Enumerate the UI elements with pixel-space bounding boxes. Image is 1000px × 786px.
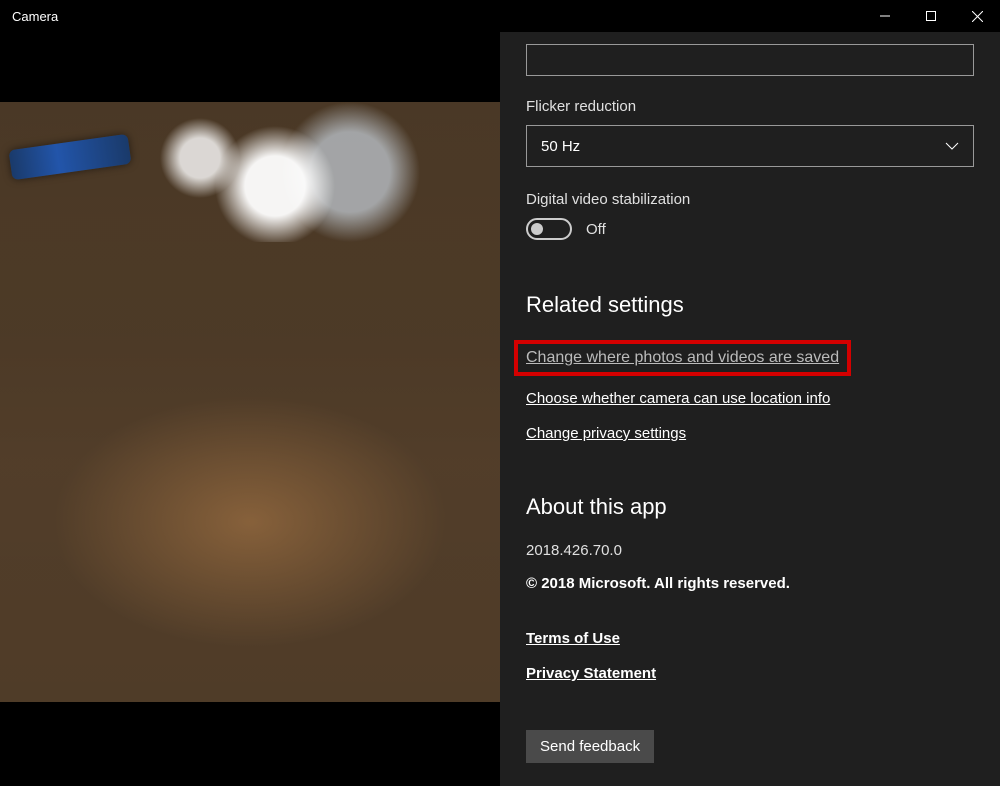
privacy-statement-link[interactable]: Privacy Statement	[526, 665, 656, 682]
toggle-knob	[531, 223, 543, 235]
content-area: Flicker reduction 50 Hz Digital video st…	[0, 32, 1000, 786]
highlight-annotation: Change where photos and videos are saved	[514, 340, 851, 376]
close-button[interactable]	[954, 0, 1000, 32]
titlebar: Camera	[0, 0, 1000, 32]
privacy-settings-link[interactable]: Change privacy settings	[526, 425, 686, 442]
flicker-reduction-dropdown[interactable]: 50 Hz	[526, 125, 974, 167]
window-controls	[862, 0, 1000, 32]
change-save-location-link[interactable]: Change where photos and videos are saved	[526, 349, 839, 366]
flicker-reduction-label: Flicker reduction	[526, 98, 974, 115]
settings-pane: Flicker reduction 50 Hz Digital video st…	[500, 32, 1000, 786]
chevron-down-icon	[945, 142, 959, 150]
camera-preview-pane	[0, 32, 500, 786]
about-heading: About this app	[526, 494, 974, 520]
flicker-reduction-value: 50 Hz	[541, 138, 580, 155]
minimize-button[interactable]	[862, 0, 908, 32]
camera-preview	[0, 102, 500, 702]
window-title: Camera	[0, 9, 58, 24]
stabilization-row: Off	[526, 218, 974, 240]
stabilization-state: Off	[586, 221, 606, 238]
location-info-link[interactable]: Choose whether camera can use location i…	[526, 390, 830, 407]
related-settings-heading: Related settings	[526, 292, 974, 318]
app-version: 2018.426.70.0	[526, 542, 974, 559]
terms-of-use-link[interactable]: Terms of Use	[526, 630, 620, 647]
copyright-text: © 2018 Microsoft. All rights reserved.	[526, 575, 974, 592]
stabilization-toggle[interactable]	[526, 218, 572, 240]
maximize-button[interactable]	[908, 0, 954, 32]
settings-field-partial[interactable]	[526, 44, 974, 76]
stabilization-label: Digital video stabilization	[526, 191, 974, 208]
send-feedback-button[interactable]: Send feedback	[526, 730, 654, 763]
